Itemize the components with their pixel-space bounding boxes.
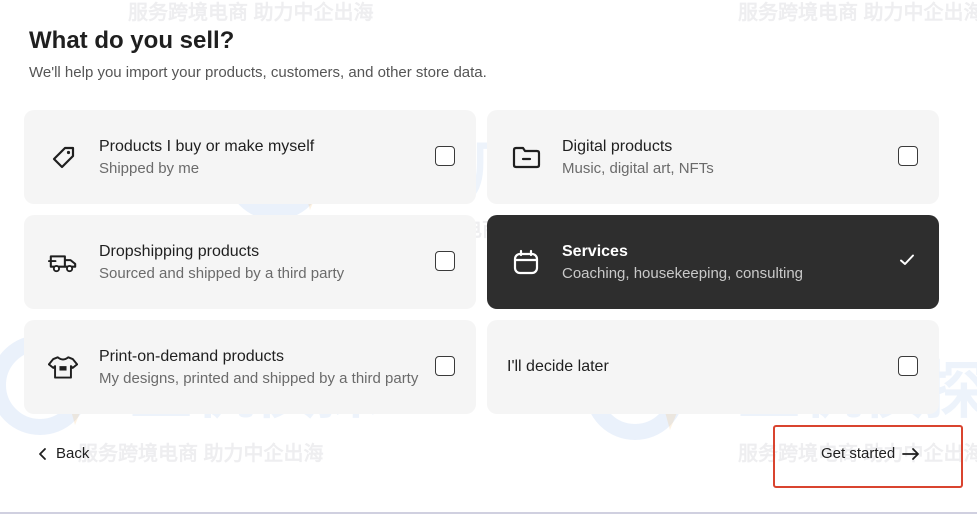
page-subtitle: We'll help you import your products, cus…: [29, 64, 487, 81]
option-label: Products I buy or make myself: [99, 138, 315, 155]
option-checkbox[interactable]: [898, 356, 918, 376]
option-description: Coaching, housekeeping, consulting: [562, 265, 804, 282]
back-label: Back: [56, 445, 90, 462]
shirt-icon: [48, 352, 78, 382]
watermark-text: 服务跨境电商 助力中企出海: [738, 2, 977, 24]
option-card-digital-products[interactable]: Digital products Music, digital art, NFT…: [487, 110, 939, 204]
checkmark-icon[interactable]: [899, 252, 915, 268]
watermark-text: 服务跨境电商 助力中企出海: [128, 2, 374, 24]
bottom-divider: [0, 512, 977, 514]
option-checkbox[interactable]: [435, 251, 455, 271]
option-checkbox[interactable]: [435, 356, 455, 376]
get-started-label: Get started: [821, 445, 896, 462]
page-title: What do you sell?: [29, 27, 235, 54]
folder-icon: [511, 142, 541, 172]
tag-icon: [48, 142, 78, 172]
option-label: Print-on-demand products: [99, 348, 284, 365]
back-button[interactable]: Back: [38, 445, 89, 462]
option-checkbox[interactable]: [898, 146, 918, 166]
option-description: My designs, printed and shipped by a thi…: [99, 370, 419, 387]
option-card-services[interactable]: Services Coaching, housekeeping, consult…: [487, 215, 939, 309]
watermark-text: 服务跨境电商 助力中企出海: [78, 443, 324, 465]
option-description: Music, digital art, NFTs: [562, 160, 714, 177]
option-checkbox[interactable]: [435, 146, 455, 166]
calendar-icon: [511, 247, 541, 277]
get-started-button[interactable]: Get started: [821, 445, 921, 462]
option-label: Services: [562, 243, 628, 260]
onboarding-page: 服务跨境电商 助力中企出海 服务跨境电商 助力中企出海 服务跨境电商 助力中企出…: [0, 0, 977, 516]
option-card-decide-later[interactable]: I'll decide later: [487, 320, 939, 414]
option-card-print-on-demand[interactable]: Print-on-demand products My designs, pri…: [24, 320, 476, 414]
truck-icon: [48, 247, 78, 277]
option-card-dropshipping[interactable]: Dropshipping products Sourced and shippe…: [24, 215, 476, 309]
option-description: Shipped by me: [99, 160, 200, 177]
option-description: Sourced and shipped by a third party: [99, 265, 345, 282]
option-label: Dropshipping products: [99, 243, 260, 260]
option-label: Digital products: [562, 138, 673, 155]
arrow-right-icon: [902, 447, 920, 460]
chevron-left-icon: [39, 447, 46, 460]
option-card-products[interactable]: Products I buy or make myself Shipped by…: [24, 110, 476, 204]
option-label: I'll decide later: [507, 358, 609, 375]
